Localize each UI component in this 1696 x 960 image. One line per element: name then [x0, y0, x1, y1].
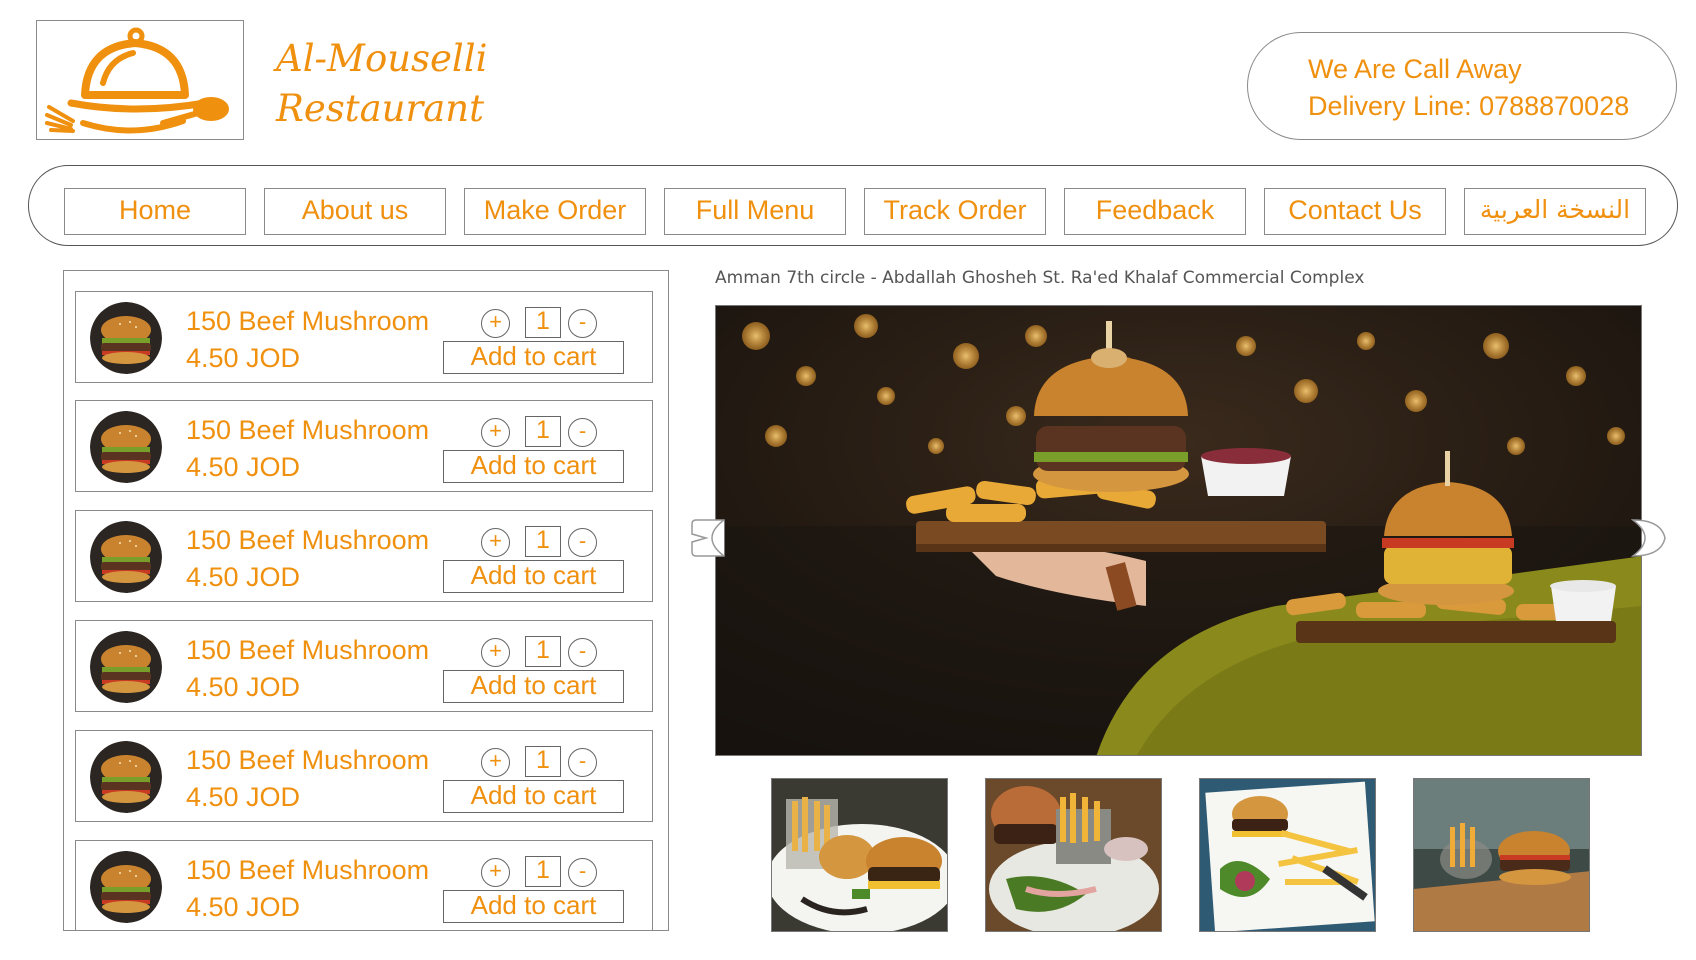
nav-arabic-version[interactable]: النسخة العربية: [1464, 188, 1646, 235]
main-nav: Home About us Make Order Full Menu Track…: [28, 165, 1678, 246]
add-to-cart-button[interactable]: Add to cart: [443, 450, 624, 483]
decrease-quantity-button[interactable]: -: [568, 858, 597, 887]
increase-quantity-button[interactable]: +: [481, 418, 510, 447]
menu-item: 150 Beef Mushroom 4.50 JOD + 1 - Add to …: [75, 730, 653, 822]
hero-slideshow-image: [715, 305, 1642, 756]
increase-quantity-button[interactable]: +: [481, 309, 510, 338]
quantity-field[interactable]: 1: [525, 636, 561, 667]
decrease-quantity-button[interactable]: -: [568, 638, 597, 667]
nav-track-order[interactable]: Track Order: [864, 188, 1046, 235]
item-name: 150 Beef Mushroom: [186, 745, 430, 775]
decrease-quantity-button[interactable]: -: [568, 309, 597, 338]
restaurant-name-line1: Al-Mouselli: [276, 37, 488, 80]
increase-quantity-button[interactable]: +: [481, 528, 510, 557]
burger-thumbnail: [90, 411, 162, 483]
item-price: 4.50 JOD: [186, 782, 301, 812]
gallery-thumbnail[interactable]: [985, 778, 1162, 932]
decrease-quantity-button[interactable]: -: [568, 748, 597, 777]
menu-item-list[interactable]: 150 Beef Mushroom 4.50 JOD + 1 - Add to …: [63, 270, 669, 931]
item-price: 4.50 JOD: [186, 892, 301, 922]
quantity-field[interactable]: 1: [525, 526, 561, 557]
burger-thumbnail: [90, 851, 162, 923]
restaurant-address: Amman 7th circle - Abdallah Ghosheh St. …: [715, 268, 1365, 288]
nav-full-menu[interactable]: Full Menu: [664, 188, 846, 235]
logo: [36, 20, 244, 140]
chevron-left-icon: [691, 519, 725, 557]
item-price: 4.50 JOD: [186, 672, 301, 702]
gallery-thumbnail[interactable]: [771, 778, 948, 932]
increase-quantity-button[interactable]: +: [481, 638, 510, 667]
restaurant-name: Al-Mouselli Restaurant: [276, 34, 487, 134]
decrease-quantity-button[interactable]: -: [568, 528, 597, 557]
menu-item: 150 Beef Mushroom 4.50 JOD + 1 - Add to …: [75, 400, 653, 492]
add-to-cart-button[interactable]: Add to cart: [443, 341, 624, 374]
chevron-right-icon: [1630, 519, 1666, 557]
item-price: 4.50 JOD: [186, 562, 301, 592]
add-to-cart-button[interactable]: Add to cart: [443, 670, 624, 703]
nav-contact-us[interactable]: Contact Us: [1264, 188, 1446, 235]
gallery-thumbnail[interactable]: [1199, 778, 1376, 932]
item-name: 150 Beef Mushroom: [186, 525, 430, 555]
add-to-cart-button[interactable]: Add to cart: [443, 560, 624, 593]
decrease-quantity-button[interactable]: -: [568, 418, 597, 447]
item-price: 4.50 JOD: [186, 343, 301, 373]
item-name: 150 Beef Mushroom: [186, 855, 430, 885]
delivery-contact-box: We Are Call Away Delivery Line: 07888700…: [1247, 32, 1677, 140]
burger-thumbnail: [90, 302, 162, 374]
cloche-fork-spoon-icon: [45, 27, 229, 134]
add-to-cart-button[interactable]: Add to cart: [443, 890, 624, 923]
burger-thumbnail: [90, 631, 162, 703]
menu-item: 150 Beef Mushroom 4.50 JOD + 1 - Add to …: [75, 291, 653, 383]
add-to-cart-button[interactable]: Add to cart: [443, 780, 624, 813]
burger-thumbnail: [90, 741, 162, 813]
nav-make-order[interactable]: Make Order: [464, 188, 646, 235]
quantity-field[interactable]: 1: [525, 416, 561, 447]
increase-quantity-button[interactable]: +: [481, 858, 510, 887]
contact-tagline: We Are Call Away: [1308, 54, 1522, 84]
item-price: 4.50 JOD: [186, 452, 301, 482]
menu-item: 150 Beef Mushroom 4.50 JOD + 1 - Add to …: [75, 840, 653, 930]
next-slide-button[interactable]: [1630, 518, 1667, 558]
quantity-field[interactable]: 1: [525, 307, 561, 338]
previous-slide-button[interactable]: [690, 518, 726, 558]
item-name: 150 Beef Mushroom: [186, 415, 430, 445]
increase-quantity-button[interactable]: +: [481, 748, 510, 777]
gallery-thumbnail[interactable]: [1413, 778, 1590, 932]
delivery-line: Delivery Line: 0788870028: [1308, 91, 1630, 121]
quantity-field[interactable]: 1: [525, 746, 561, 777]
burger-thumbnail: [90, 521, 162, 593]
nav-feedback[interactable]: Feedback: [1064, 188, 1246, 235]
restaurant-name-line2: Restaurant: [276, 87, 484, 130]
item-name: 150 Beef Mushroom: [186, 306, 430, 336]
menu-item: 150 Beef Mushroom 4.50 JOD + 1 - Add to …: [75, 620, 653, 712]
quantity-field[interactable]: 1: [525, 856, 561, 887]
nav-about-us[interactable]: About us: [264, 188, 446, 235]
nav-home[interactable]: Home: [64, 188, 246, 235]
menu-item: 150 Beef Mushroom 4.50 JOD + 1 - Add to …: [75, 510, 653, 602]
item-name: 150 Beef Mushroom: [186, 635, 430, 665]
